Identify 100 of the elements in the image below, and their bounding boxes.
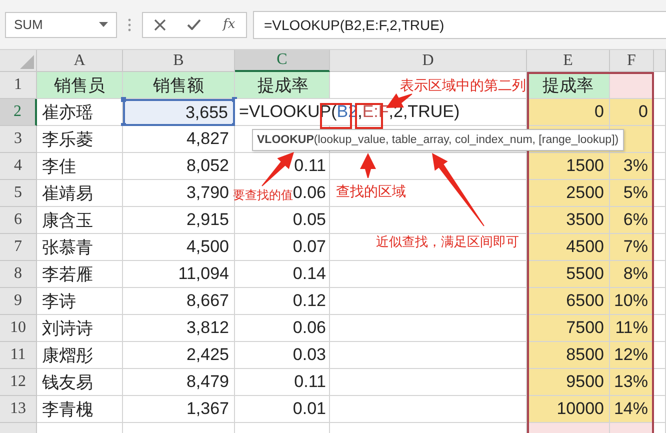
table-cell: 12% (610, 342, 654, 369)
column-header[interactable] (654, 50, 666, 72)
annotation-arrow (262, 152, 294, 186)
table-cell: 销售员 (37, 72, 123, 99)
row-header[interactable]: 5 (0, 180, 37, 207)
drag-handle-icon[interactable] (128, 18, 131, 32)
table-cell: 5% (610, 180, 654, 207)
table-cell: 李乐菱 (37, 126, 123, 153)
table-cell: 0 (527, 99, 610, 126)
table-cell: 8,479 (123, 369, 235, 396)
table-cell (654, 180, 666, 207)
annotation-label: 要查找的值 (233, 188, 293, 202)
table-cell: 销售额 (123, 72, 235, 99)
row-header[interactable]: 2 (0, 99, 37, 126)
table-cell: 13% (610, 369, 654, 396)
table-cell: 李佳 (37, 153, 123, 180)
table-cell (654, 207, 666, 234)
table-cell: 7% (610, 234, 654, 261)
table-cell (654, 342, 666, 369)
table-cell: 李若雁 (37, 261, 123, 288)
table-cell: 4500 (527, 234, 610, 261)
table-cell (654, 261, 666, 288)
column-header[interactable]: D (330, 50, 527, 72)
table-cell (654, 126, 666, 153)
annotation-arrow (360, 153, 376, 178)
table-cell: 3,812 (123, 315, 235, 342)
table-cell: 9500 (527, 369, 610, 396)
row-header[interactable]: 13 (0, 396, 37, 423)
table-cell: 0.05 (235, 207, 330, 234)
table-cell: 2,425 (123, 342, 235, 369)
annotation-label: 近似查找，满足区间即可 (376, 234, 519, 250)
table-cell (654, 396, 666, 423)
table-cell: 康熠彤 (37, 342, 123, 369)
row-header[interactable]: 12 (0, 369, 37, 396)
table-cell: 8,667 (123, 288, 235, 315)
table-cell (654, 234, 666, 261)
table-cell: 3500 (527, 207, 610, 234)
table-cell: 2,915 (123, 207, 235, 234)
table-cell: 0.12 (235, 288, 330, 315)
table-cell: 4,500 (123, 234, 235, 261)
table-cell (654, 153, 666, 180)
row-header[interactable]: 6 (0, 207, 37, 234)
row-header[interactable]: 1 (0, 72, 37, 99)
row-header[interactable]: 9 (0, 288, 37, 315)
table-cell: 3% (610, 153, 654, 180)
column-header[interactable]: C (235, 50, 330, 72)
table-cell: 刘诗诗 (37, 315, 123, 342)
table-cell: 李诗 (37, 288, 123, 315)
table-cell (654, 369, 666, 396)
function-tooltip: VLOOKUP(lookup_value, table_array, col_index_num, [range_lookup]) (252, 129, 624, 151)
insert-function-button[interactable]: fx (223, 17, 236, 32)
select-all-icon[interactable] (20, 55, 34, 69)
table-cell: 张慕青 (37, 234, 123, 261)
table-cell (654, 72, 666, 99)
check-icon[interactable] (187, 19, 202, 30)
table-cell: 提成率 (527, 72, 610, 99)
table-cell: 0.14 (235, 261, 330, 288)
table-cell: 2500 (527, 180, 610, 207)
table-cell: 5500 (527, 261, 610, 288)
table-cell: 11% (610, 315, 654, 342)
table-cell (654, 99, 666, 126)
formula-field[interactable]: =VLOOKUP(B2,E:F,2,TRUE) (253, 10, 666, 38)
table-cell: 10% (610, 288, 654, 315)
table-cell: 1500 (527, 153, 610, 180)
table-cell: 0.11 (235, 153, 330, 180)
table-cell: 6% (610, 207, 654, 234)
row-header[interactable]: 7 (0, 234, 37, 261)
table-cell: 3,655 (123, 99, 235, 126)
annotation-label: 查找的区域 (336, 183, 406, 200)
table-cell: 11,094 (123, 261, 235, 288)
table-cell: 8,052 (123, 153, 235, 180)
table-cell: 8% (610, 261, 654, 288)
table-cell: 0.07 (235, 234, 330, 261)
row-header[interactable]: 4 (0, 153, 37, 180)
caret-icon (99, 22, 108, 27)
table-cell: 康含玉 (37, 207, 123, 234)
row-header[interactable]: 3 (0, 126, 37, 153)
table-cell: 7500 (527, 315, 610, 342)
column-header[interactable]: B (123, 50, 235, 72)
column-header[interactable]: E (527, 50, 610, 72)
table-cell: 0.01 (235, 396, 330, 423)
table-cell: 崔靖易 (37, 180, 123, 207)
row-header[interactable]: 10 (0, 315, 37, 342)
table-cell: 提成率 (235, 72, 330, 99)
table-cell (654, 288, 666, 315)
column-header[interactable]: A (37, 50, 123, 72)
column-header[interactable]: F (610, 50, 654, 72)
table-cell: 0.06 (235, 315, 330, 342)
table-cell: 1,367 (123, 396, 235, 423)
table-cell: 10000 (527, 396, 610, 423)
table-cell: 钱友易 (37, 369, 123, 396)
row-header[interactable]: 11 (0, 342, 37, 369)
table-cell: 0 (610, 99, 654, 126)
name-box[interactable]: SUM (5, 12, 117, 38)
cancel-icon[interactable] (154, 18, 166, 30)
table-cell: 6500 (527, 288, 610, 315)
row-header[interactable]: 8 (0, 261, 37, 288)
table-cell: 4,827 (123, 126, 235, 153)
table-cell: 14% (610, 396, 654, 423)
table-cell: 8500 (527, 342, 610, 369)
